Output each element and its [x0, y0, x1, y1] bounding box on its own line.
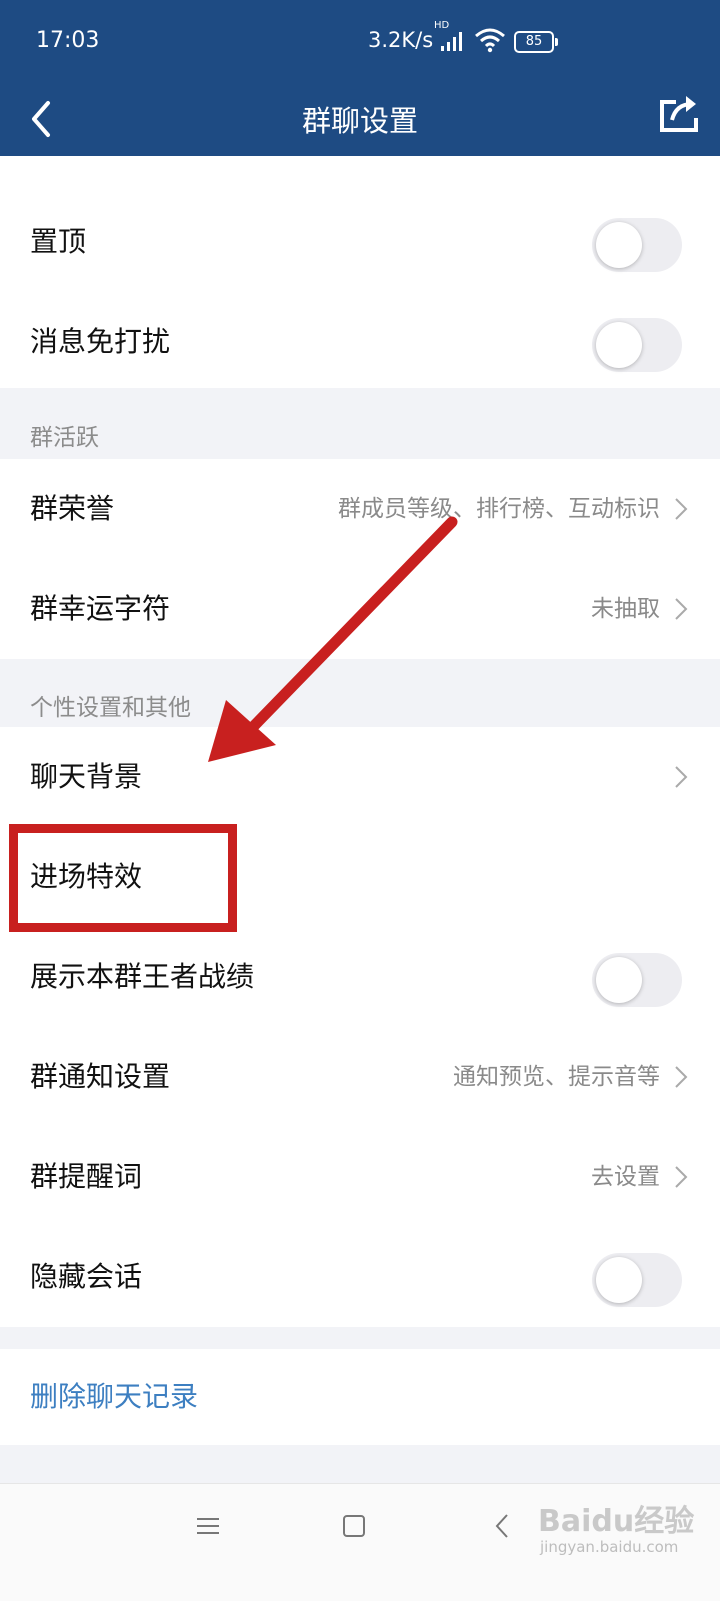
- row-label: 展示本群王者战绩: [30, 960, 255, 993]
- row-value: 去设置: [591, 1164, 660, 1190]
- group-delete: 删除聊天记录: [0, 1349, 720, 1445]
- signal-icon: [441, 32, 462, 51]
- toggle-knob: [596, 1257, 642, 1303]
- status-time: 17:03: [36, 28, 100, 53]
- wifi-icon: [475, 28, 505, 53]
- header-bar: 群聊设置: [0, 84, 720, 156]
- row-value: 群成员等级、排行榜、互动标识: [338, 496, 660, 522]
- row-label: 置顶: [30, 225, 87, 258]
- row-value: 通知预览、提示音等: [453, 1064, 660, 1090]
- battery-indicator: 85: [514, 31, 558, 53]
- row-label: 群荣誉: [30, 492, 115, 525]
- chevron-right-icon: [675, 766, 688, 788]
- chevron-right-icon: [675, 498, 688, 520]
- chevron-right-icon: [675, 1066, 688, 1088]
- chevron-right-icon: [675, 1166, 688, 1188]
- row-do-not-disturb[interactable]: 消息免打扰: [0, 292, 720, 392]
- row-label: 群提醒词: [30, 1160, 143, 1193]
- row-label: 隐藏会话: [30, 1260, 143, 1293]
- toggle-knob: [596, 322, 642, 368]
- pin-top-toggle[interactable]: [592, 218, 682, 272]
- group-active: 群荣誉 群成员等级、排行榜、互动标识 群幸运字符 未抽取: [0, 459, 720, 659]
- row-label: 群幸运字符: [30, 592, 171, 625]
- toggle-knob: [596, 957, 642, 1003]
- row-pin-top[interactable]: 置顶: [0, 192, 720, 292]
- row-label: 消息免打扰: [30, 325, 171, 358]
- do-not-disturb-toggle[interactable]: [592, 318, 682, 372]
- row-hide-conversation[interactable]: 隐藏会话: [0, 1227, 720, 1327]
- page-title: 群聊设置: [301, 104, 418, 138]
- row-reminder-words[interactable]: 群提醒词 去设置: [0, 1127, 720, 1227]
- section-header-personal: 个性设置和其他: [30, 695, 191, 721]
- section-header-active: 群活跃: [30, 425, 99, 451]
- group-top: 置顶 消息免打扰: [0, 156, 720, 388]
- home-icon[interactable]: [342, 1514, 366, 1538]
- delete-chat-history-label: 删除聊天记录: [30, 1380, 199, 1413]
- row-notification-settings[interactable]: 群通知设置 通知预览、提示音等: [0, 1027, 720, 1127]
- system-back-icon[interactable]: [494, 1513, 510, 1539]
- highlight-box: [9, 824, 237, 932]
- row-chat-background[interactable]: 聊天背景: [0, 727, 720, 827]
- hide-conversation-toggle[interactable]: [592, 1253, 682, 1307]
- row-label: 群通知设置: [30, 1060, 171, 1093]
- delete-chat-history-button[interactable]: 删除聊天记录: [0, 1349, 720, 1445]
- row-show-game-record[interactable]: 展示本群王者战绩: [0, 927, 720, 1027]
- row-value: 未抽取: [591, 596, 660, 622]
- network-speed: 3.2K/s: [368, 28, 434, 52]
- toggle-knob: [596, 222, 642, 268]
- row-label: 聊天背景: [30, 760, 143, 793]
- menu-icon[interactable]: [196, 1516, 220, 1536]
- baidu-watermark: Baidu经验: [538, 1504, 695, 1539]
- chevron-right-icon: [675, 598, 688, 620]
- row-group-honor[interactable]: 群荣誉 群成员等级、排行榜、互动标识: [0, 459, 720, 559]
- group-personal: 聊天背景 进场特效 展示本群王者战绩 群通知设置 通知预览、提示音等 群提醒词 …: [0, 727, 720, 1327]
- game-record-toggle[interactable]: [592, 953, 682, 1007]
- row-lucky-char[interactable]: 群幸运字符 未抽取: [0, 559, 720, 659]
- baidu-watermark-url: jingyan.baidu.com: [540, 1538, 679, 1556]
- status-bar: 17:03 3.2K/s HD 85: [0, 0, 720, 84]
- share-icon[interactable]: [656, 90, 704, 138]
